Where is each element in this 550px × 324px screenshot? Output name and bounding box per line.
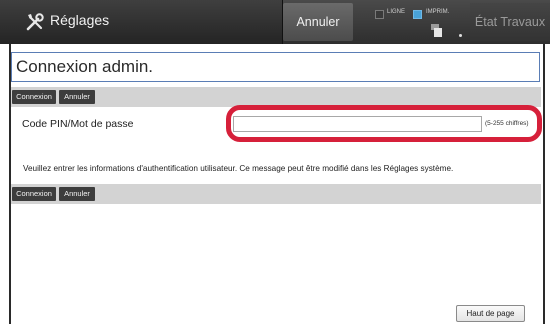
status-imprim-label: IMPRIM. [426,9,450,15]
pin-label: Code PIN/Mot de passe [22,118,134,130]
job-status-icon [431,24,442,37]
info-message: Veuillez entrer les informations d'authe… [23,164,454,173]
ligne-led-icon [375,10,384,19]
status-ligne-label: LIGNE [387,9,406,15]
app-title: Réglages [50,12,110,28]
action-bar-bottom: Connexion Annuler [11,184,541,204]
cancel-button-top[interactable]: Annuler [283,3,353,41]
title-area: Réglages [0,0,283,44]
status-area: LIGNE IMPRIM. [360,0,470,44]
top-bar: Réglages Annuler LIGNE IMPRIM. État Trav… [0,0,550,44]
imprim-led-icon [413,10,422,19]
job-status-button[interactable]: État Travaux [470,3,550,41]
cancel-button-toolbar-bottom[interactable]: Annuler [59,187,95,201]
page-title: Connexion admin. [16,57,154,76]
page-title-box: Connexion admin. [11,52,540,82]
login-button-top[interactable]: Connexion [12,90,56,104]
cancel-button-toolbar-top[interactable]: Annuler [59,90,95,104]
login-button-bottom[interactable]: Connexion [12,187,56,201]
job-indicator-dot [459,34,462,37]
action-bar-top: Connexion Annuler [11,87,541,107]
tools-icon [26,13,44,31]
back-to-top-button[interactable]: Haut de page [456,305,525,322]
pin-password-input[interactable] [233,116,482,132]
pin-hint: (5-255 chiffres) [485,120,529,127]
